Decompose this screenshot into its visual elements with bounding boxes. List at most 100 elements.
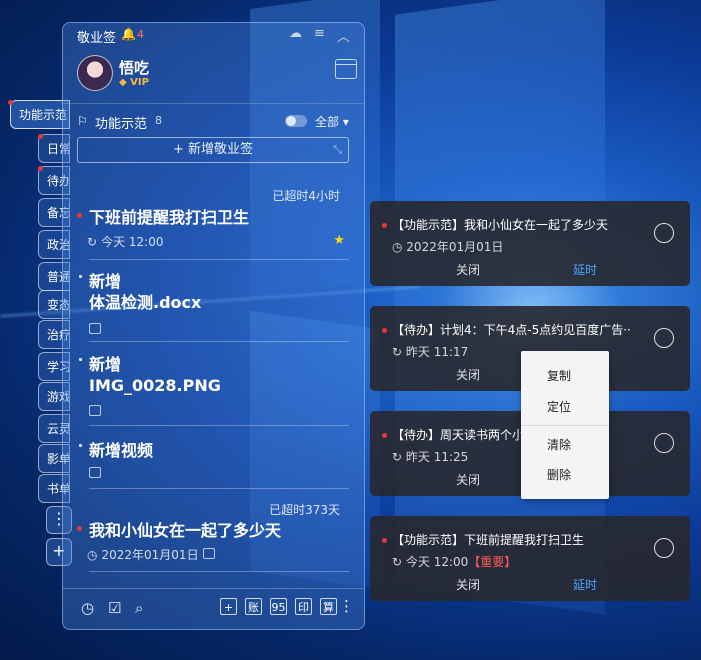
panel-footer: ◷ ☑ ⌕ + 账 95 印 算 ⋮ <box>63 588 364 629</box>
menu-icon[interactable]: ≡ <box>314 26 325 41</box>
menu-item-delete[interactable]: 删除 <box>521 462 609 488</box>
user-name: 悟吃 <box>119 59 150 77</box>
checklist-icon[interactable]: ☑ <box>108 599 121 617</box>
divider <box>63 103 364 104</box>
note-title: 新增视频 <box>89 441 154 460</box>
collapse-icon[interactable]: ︿ <box>337 26 350 45</box>
note-title: 新增 IMG_0028.PNG <box>89 355 221 395</box>
filter-dropdown[interactable]: 全部 ▾ <box>315 113 349 130</box>
print-tool-button[interactable]: 印 <box>295 598 312 615</box>
menu-item-clear[interactable]: 清除 <box>521 432 609 458</box>
complete-checkbox[interactable] <box>654 328 674 348</box>
calc-tool-button[interactable]: 算 <box>320 598 337 615</box>
note-title: 新增 体温检测.docx <box>89 272 202 312</box>
close-button[interactable]: 关闭 <box>456 576 480 593</box>
clock-icon: ◷ <box>392 240 407 254</box>
unread-dot <box>38 134 43 139</box>
snooze-button[interactable]: 延时 <box>573 261 597 278</box>
note-item[interactable]: 我和小仙女在一起了多少天 ◷ 2022年01月01日 <box>77 520 349 564</box>
note-time: ◷ 2022年01月01日 <box>87 548 199 562</box>
reminder-title: 【待办】周天读书两个小 <box>392 428 525 442</box>
priority-dot <box>382 328 387 333</box>
panel-header: 敬业签 🔔 4 ☁ ≡ ︿ <box>63 23 364 47</box>
display-toggle[interactable] <box>285 115 307 127</box>
star-icon[interactable]: ★ <box>333 233 345 248</box>
unread-dot <box>8 100 13 105</box>
snooze-button[interactable]: 延时 <box>573 576 597 593</box>
attachment-icon <box>203 548 215 559</box>
priority-dot <box>77 213 82 218</box>
side-tab-0[interactable]: 功能示范 <box>10 100 70 129</box>
bell-count: 4 <box>137 28 144 41</box>
separator <box>89 259 349 260</box>
reminder-time: ↻ 昨天 11:17 <box>392 345 469 359</box>
overdue-label: 已超时373天 <box>269 503 340 517</box>
context-menu: 复制 定位 清除 删除 <box>521 351 609 499</box>
close-button[interactable]: 关闭 <box>456 366 480 383</box>
flag-icon: ⚐ <box>77 114 88 128</box>
repeat-icon: ↻ <box>392 450 406 464</box>
menu-item-copy[interactable]: 复制 <box>521 363 609 389</box>
bell-icon[interactable]: 🔔 <box>121 27 136 41</box>
repeat-icon: ↻ <box>392 555 406 569</box>
priority-dot <box>382 538 387 543</box>
category-count: 8 <box>155 114 162 127</box>
cloud-icon[interactable]: ☁ <box>289 26 302 41</box>
overdue-label: 已超时4小时 <box>272 189 340 203</box>
note-item[interactable]: 新增视频 <box>77 440 349 484</box>
note-panel: 敬业签 🔔 4 ☁ ≡ ︿ 悟吃 ◆ VIP ⚐ 功能示范 8 全部 ▾ + 新… <box>62 22 365 630</box>
important-tag: 【重要】 <box>468 555 517 569</box>
close-button[interactable]: 关闭 <box>456 261 480 278</box>
separator <box>89 488 349 489</box>
bullet <box>79 444 82 447</box>
category-row: ⚐ 功能示范 8 全部 ▾ <box>77 113 352 133</box>
priority-dot <box>382 433 387 438</box>
clock-icon[interactable]: ◷ <box>81 599 94 617</box>
close-button[interactable]: 关闭 <box>456 471 480 488</box>
app-title: 敬业签 <box>77 31 117 46</box>
note-item[interactable]: 新增 IMG_0028.PNG <box>77 354 349 420</box>
priority-dot <box>77 526 82 531</box>
reminder-popup: 【功能示范】我和小仙女在一起了多少天 ◷ 2022年01月01日 关闭 延时 <box>370 201 690 286</box>
complete-checkbox[interactable] <box>654 538 674 558</box>
complete-checkbox[interactable] <box>654 223 674 243</box>
add-tool-button[interactable]: + <box>220 598 237 615</box>
bullet <box>79 275 82 278</box>
category-name[interactable]: 功能示范 <box>95 113 147 132</box>
search-icon[interactable]: ⌕ <box>135 599 143 617</box>
unread-dot <box>38 166 43 171</box>
note-item[interactable]: 新增 体温检测.docx <box>77 271 349 337</box>
clock-icon: ◷ <box>87 548 98 562</box>
repeat-icon: ↻ <box>87 235 98 249</box>
note-item[interactable]: 下班前提醒我打扫卫生 ↻ 今天 12:00 ★ <box>77 207 349 257</box>
attachment-icon <box>89 323 101 334</box>
attachment-icon <box>89 405 101 416</box>
priority-dot <box>382 223 387 228</box>
avatar[interactable] <box>77 55 113 91</box>
expand-icon[interactable]: ⤡ <box>333 138 342 162</box>
separator <box>89 425 349 426</box>
account-tool-button[interactable]: 账 <box>245 598 262 615</box>
add-note-button[interactable]: + 新增敬业签 ⤡ <box>77 137 349 163</box>
profile: 悟吃 ◆ VIP <box>77 55 357 99</box>
note-time: ↻ 今天 12:00 <box>87 235 164 249</box>
reminder-title: 【待办】计划4：下午4点-5点约见百度广告·· <box>392 323 631 337</box>
calendar-icon[interactable] <box>335 59 357 79</box>
reminder-title: 【功能示范】我和小仙女在一起了多少天 <box>392 218 609 232</box>
more-icon[interactable]: ⋮ <box>339 597 354 615</box>
complete-checkbox[interactable] <box>654 433 674 453</box>
menu-divider <box>521 425 609 426</box>
separator <box>89 571 349 572</box>
reminder-time: ↻ 今天 12:00【重要】 <box>392 555 517 569</box>
repeat-icon: ↻ <box>392 345 406 359</box>
note-title: 下班前提醒我打扫卫生 <box>89 208 250 227</box>
reminder-title: 【功能示范】下班前提醒我打扫卫生 <box>392 533 585 547</box>
menu-item-locate[interactable]: 定位 <box>521 394 609 420</box>
bullet <box>79 358 82 361</box>
attachment-icon <box>89 467 101 478</box>
reminder-time: ↻ 昨天 11:25 <box>392 450 469 464</box>
reminder-time: ◷ 2022年01月01日 <box>392 240 504 254</box>
reminder-popup: 【功能示范】下班前提醒我打扫卫生 ↻ 今天 12:00【重要】 关闭 延时 <box>370 516 690 601</box>
calendar-tool-button[interactable]: 95 <box>270 598 287 615</box>
separator <box>89 341 349 342</box>
